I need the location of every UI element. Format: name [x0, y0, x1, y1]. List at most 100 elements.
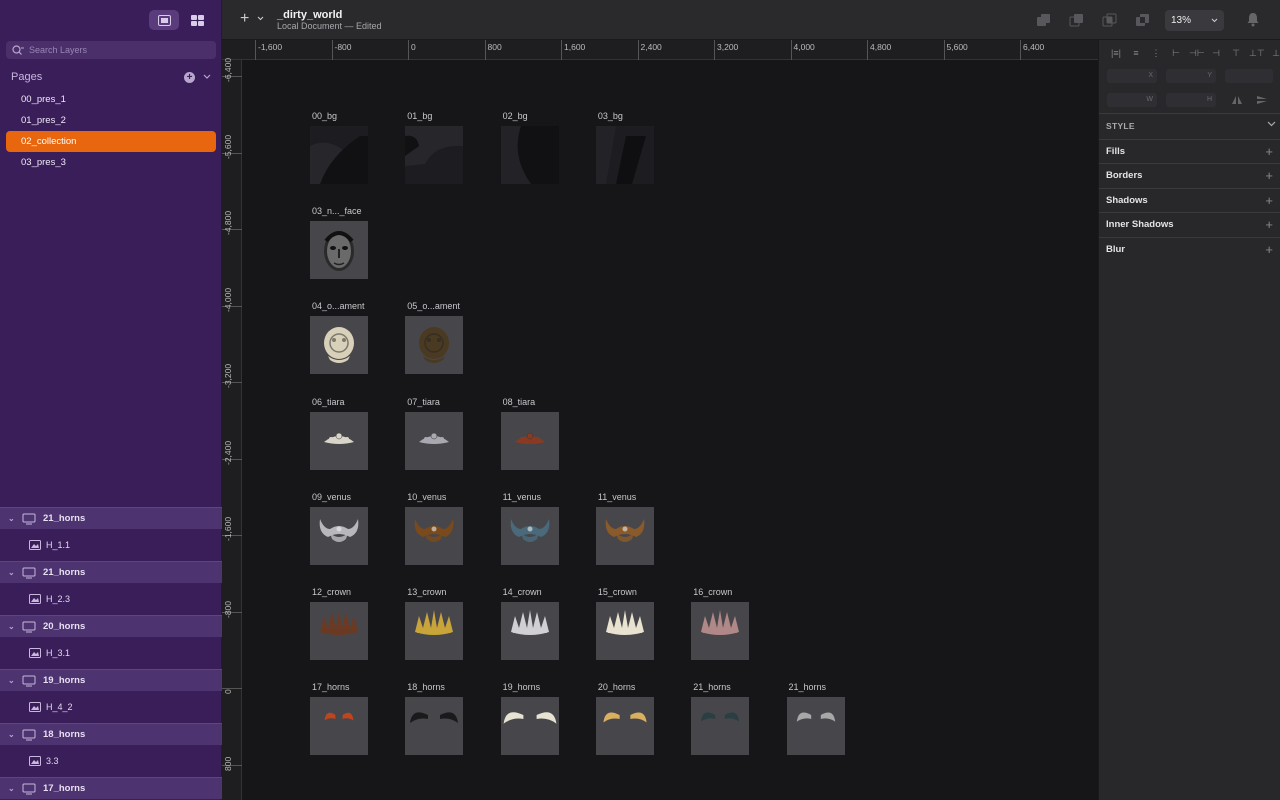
artboard[interactable]: 12_crown: [310, 587, 368, 660]
y-field[interactable]: Y: [1166, 69, 1216, 83]
artboard-label[interactable]: 21_horns: [789, 682, 827, 693]
search-input[interactable]: [29, 45, 209, 55]
artboard[interactable]: 00_bg: [310, 111, 368, 184]
page-item[interactable]: 00_pres_1: [6, 89, 216, 110]
height-field[interactable]: H: [1166, 93, 1216, 107]
artboard-label[interactable]: 07_tiara: [407, 397, 440, 408]
flip-horizontal-icon[interactable]: [1231, 95, 1243, 105]
chevron-down-icon[interactable]: ⌄: [8, 514, 18, 523]
artboard[interactable]: 06_tiara: [310, 397, 368, 470]
distribute-horizontal-icon[interactable]: |≡|: [1109, 48, 1123, 58]
artboard-label[interactable]: 00_bg: [312, 111, 337, 122]
layer-row[interactable]: H_4_2: [0, 691, 222, 723]
chevron-down-icon[interactable]: [203, 74, 211, 80]
align-left-icon[interactable]: ⊢: [1169, 48, 1183, 58]
layer-group-row[interactable]: ⌄ 17_horns: [0, 777, 222, 799]
subtract-icon[interactable]: [1067, 12, 1087, 28]
artboard[interactable]: 07_tiara: [405, 397, 464, 470]
artboard-label[interactable]: 11_venus: [503, 492, 541, 503]
vertical-ruler[interactable]: -6,400 -5,600 -4,800 -4,000 -3,200 -2,400 -1,6…: [222, 58, 242, 800]
artboard-label[interactable]: 18_horns: [407, 682, 445, 693]
zoom-select[interactable]: 13%: [1165, 10, 1224, 31]
chevron-down-icon[interactable]: ⌄: [8, 676, 18, 685]
artboard[interactable]: 01_bg: [405, 111, 464, 184]
artboard-label[interactable]: 11_venus: [598, 492, 636, 503]
add-page-icon[interactable]: +: [184, 71, 195, 83]
align-middle-icon[interactable]: ⊥⊤: [1249, 48, 1265, 58]
chevron-down-icon[interactable]: ⌄: [8, 784, 18, 793]
align-top-icon[interactable]: ⊤: [1229, 48, 1243, 58]
align-right-icon[interactable]: ⊣: [1209, 48, 1223, 58]
layer-group-row[interactable]: ⌄ 18_horns: [0, 723, 222, 745]
artboard[interactable]: 13_crown: [405, 587, 464, 660]
artboard[interactable]: 11_venus: [595, 492, 654, 565]
align-center-icon[interactable]: ⊣⊢: [1189, 48, 1205, 58]
layer-row[interactable]: 3.3: [0, 745, 222, 777]
layer-list-view-toggle[interactable]: [149, 10, 179, 30]
artboard-label[interactable]: 01_bg: [407, 111, 432, 122]
style-property-row[interactable]: Blur +: [1099, 236, 1280, 261]
flip-vertical-icon[interactable]: [1256, 95, 1268, 105]
layer-group-row[interactable]: ⌄ 20_horns: [0, 615, 222, 637]
layer-row[interactable]: H_3.1: [0, 637, 222, 669]
artboard[interactable]: 08_tiara: [500, 397, 559, 470]
artboard[interactable]: 02_bg: [500, 111, 559, 184]
page-item[interactable]: 02_collection: [6, 131, 216, 152]
artboard[interactable]: 09_venus: [310, 492, 368, 565]
artboard[interactable]: 21_horns: [786, 682, 845, 756]
page-item[interactable]: 03_pres_3: [6, 152, 216, 173]
layer-group-row[interactable]: ⌄ 19_horns: [0, 669, 222, 691]
add-icon[interactable]: +: [1265, 144, 1273, 159]
artboard-label[interactable]: 06_tiara: [312, 397, 345, 408]
artboard-label[interactable]: 04_o...ament: [312, 301, 365, 312]
add-icon[interactable]: +: [1265, 217, 1273, 232]
x-field[interactable]: X: [1107, 69, 1157, 83]
artboard[interactable]: 16_crown: [691, 587, 750, 660]
artboard[interactable]: 20_horns: [595, 682, 654, 756]
artboard[interactable]: 03_bg: [595, 111, 654, 184]
layer-group-row[interactable]: ⌄ 21_horns: [0, 507, 222, 529]
artboard[interactable]: 03_n..._face: [310, 206, 368, 280]
more-icon[interactable]: ⋮: [1149, 48, 1163, 58]
artboard-label[interactable]: 15_crown: [598, 587, 637, 598]
artboard-label[interactable]: 14_crown: [503, 587, 542, 598]
artboard[interactable]: 14_crown: [500, 587, 559, 660]
horizontal-ruler[interactable]: -1,600 -800 0 800 1,600 2,400 3,200 4,000 4,800 5…: [222, 40, 1098, 60]
intersect-icon[interactable]: [1100, 12, 1120, 28]
union-icon[interactable]: [1034, 12, 1054, 28]
artboard-label[interactable]: 03_n..._face: [312, 206, 362, 217]
search-layers-field[interactable]: [6, 41, 216, 59]
artboard-label[interactable]: 09_venus: [312, 492, 351, 503]
style-property-row[interactable]: Inner Shadows +: [1099, 212, 1280, 236]
artboard-label[interactable]: 20_horns: [598, 682, 636, 693]
bell-icon[interactable]: [1246, 12, 1260, 27]
components-view-toggle[interactable]: [182, 10, 212, 30]
artboard-label[interactable]: 03_bg: [598, 111, 623, 122]
layer-row[interactable]: H_2.3: [0, 583, 222, 615]
artboard[interactable]: 05_o...ament: [405, 301, 464, 375]
width-field[interactable]: W: [1107, 93, 1157, 107]
artboard-label[interactable]: 10_venus: [407, 492, 446, 503]
style-property-row[interactable]: Fills +: [1099, 139, 1280, 163]
artboard[interactable]: 21_horns: [691, 682, 750, 756]
style-property-row[interactable]: Shadows +: [1099, 187, 1280, 212]
distribute-vertical-icon[interactable]: ≡: [1129, 48, 1143, 58]
artboard-label[interactable]: 17_horns: [312, 682, 350, 693]
artboard-label[interactable]: 02_bg: [503, 111, 528, 122]
chevron-down-icon[interactable]: ⌄: [8, 622, 18, 631]
artboard-label[interactable]: 13_crown: [407, 587, 446, 598]
artboard[interactable]: 19_horns: [500, 682, 559, 756]
layer-group-row[interactable]: ⌄ 21_horns: [0, 561, 222, 583]
artboard[interactable]: 17_horns: [310, 682, 368, 756]
artboard[interactable]: 15_crown: [595, 587, 654, 660]
style-property-row[interactable]: Borders +: [1099, 163, 1280, 187]
insert-button[interactable]: +: [240, 11, 270, 28]
add-icon[interactable]: +: [1265, 168, 1273, 183]
add-icon[interactable]: +: [1265, 242, 1273, 257]
artboard[interactable]: 11_venus: [500, 492, 559, 565]
artboard[interactable]: 04_o...ament: [310, 301, 368, 375]
chevron-down-icon[interactable]: ⌄: [8, 730, 18, 739]
artboard-label[interactable]: 21_horns: [693, 682, 731, 693]
canvas[interactable]: 00_bg 01_bg 02_bg 03_bg 03_n..._face 04_o...a…: [242, 60, 1098, 800]
rotation-field[interactable]: [1225, 69, 1273, 83]
